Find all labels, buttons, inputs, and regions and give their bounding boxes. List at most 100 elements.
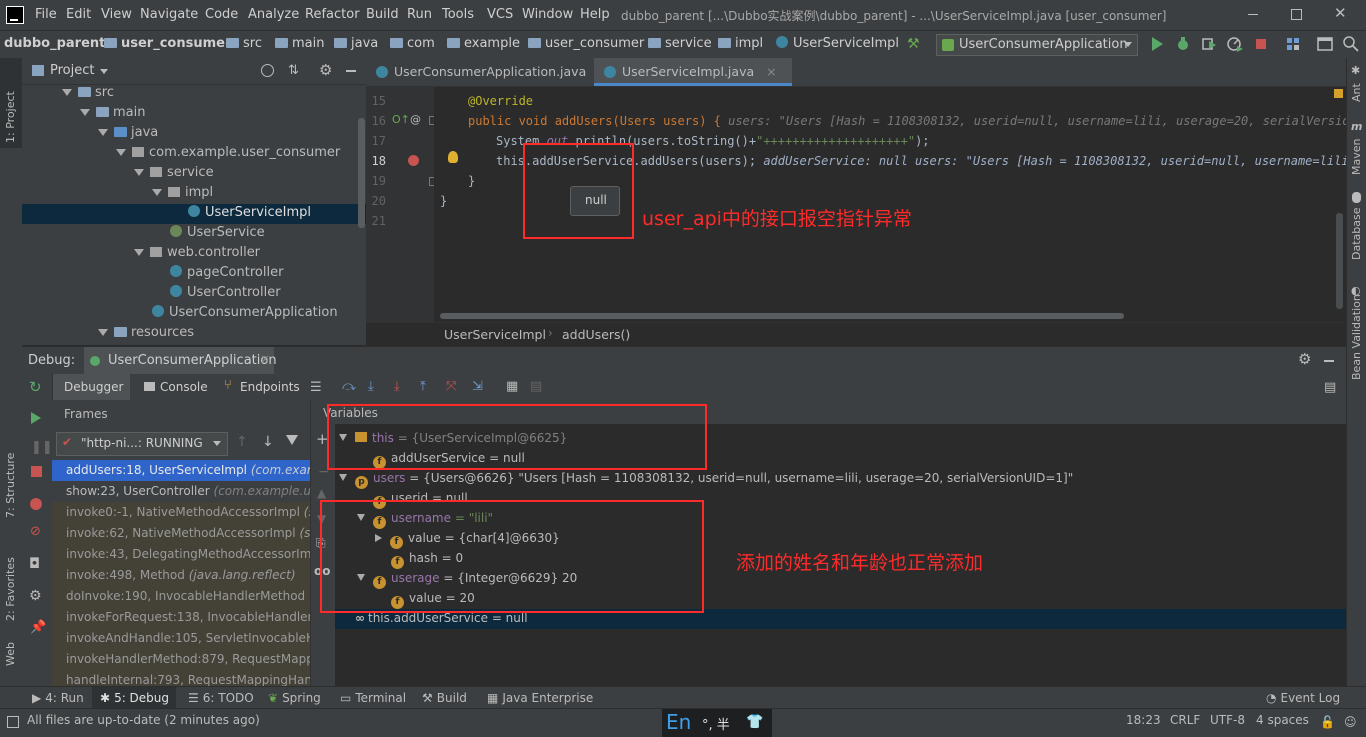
frame-row[interactable]: addUsers:18, UserServiceImpl (com.exam	[66, 463, 310, 477]
camera-icon[interactable]: ◘	[29, 556, 40, 572]
step-into-icon[interactable]: ⤓	[394, 379, 400, 394]
tree-item-web-controller[interactable]: web.controller	[134, 245, 260, 260]
tree-item-pagecontroller[interactable]: pageController	[170, 265, 283, 280]
filter-icon[interactable]	[286, 435, 298, 445]
toolwin-terminal[interactable]: ▭ Terminal	[340, 691, 406, 705]
tree-item-service[interactable]: service	[134, 165, 214, 180]
mute-breakpoints-icon[interactable]: ⊘	[30, 524, 41, 539]
breadcrumb-dubbo-parent[interactable]: dubbo_parent	[4, 36, 105, 51]
menu-edit[interactable]: Edit	[66, 7, 91, 22]
pin-icon[interactable]: 📌	[30, 620, 46, 635]
watch-adduserservice[interactable]: ∞ this.addUserService = null	[355, 611, 528, 625]
run-config-dropdown[interactable]: UserConsumerApplication	[936, 34, 1138, 56]
hide-panel-icon[interactable]	[346, 70, 356, 72]
coverage-icon[interactable]	[1200, 35, 1218, 53]
frame-row[interactable]: invoke0:-1, NativeMethodAccessorImpl (s	[66, 505, 310, 519]
frame-row[interactable]: invokeForRequest:138, InvocableHandlerM	[66, 610, 310, 624]
gear-icon[interactable]: ⚙	[319, 61, 332, 79]
project-structure-icon[interactable]	[1284, 35, 1302, 53]
tool-tab-project[interactable]: 1: Project	[4, 91, 17, 143]
menu-window[interactable]: Window	[522, 7, 573, 22]
drop-frame-icon[interactable]: ⤧	[446, 379, 456, 394]
status-icon[interactable]	[7, 716, 19, 728]
profile-icon[interactable]	[1226, 35, 1244, 53]
toolwin-java-enterprise[interactable]: ▦ Java Enterprise	[487, 691, 593, 705]
up-icon[interactable]: ▲	[317, 486, 326, 500]
override-marker-icon[interactable]: O↑	[392, 113, 410, 126]
toolwin-build[interactable]: ⚒ Build	[422, 691, 467, 705]
debug-session-tab[interactable]: UserConsumerApplication ×	[84, 347, 277, 375]
tool-tab-web[interactable]: Web	[4, 642, 17, 666]
close-tab-icon[interactable]: ×	[766, 64, 776, 79]
menu-analyze[interactable]: Analyze	[248, 7, 299, 22]
toolwin-spring[interactable]: ❦ Spring	[268, 691, 321, 705]
tool-tab-ant[interactable]: Ant	[1350, 83, 1363, 102]
tree-item-userconsumerapplication[interactable]: UserConsumerApplication	[152, 305, 338, 320]
down-arrow-icon[interactable]: ↓	[262, 434, 274, 450]
warning-marker-icon[interactable]	[1334, 89, 1343, 98]
debug-icon[interactable]	[1174, 35, 1192, 53]
evaluate-icon[interactable]: ▦	[506, 379, 518, 394]
frame-row[interactable]: handleInternal:793, RequestMappingHand	[66, 673, 310, 686]
tree-item-impl[interactable]: impl	[152, 185, 213, 200]
build-hammer-icon[interactable]: ⚒	[907, 36, 920, 52]
step-out-icon[interactable]: ⤒	[420, 379, 426, 394]
toolwin-event-log[interactable]: ◔ Event Log	[1266, 691, 1340, 705]
editor-hscroll[interactable]	[440, 313, 1124, 319]
frame-row[interactable]: invokeAndHandle:105, ServletInvocableHa	[66, 631, 310, 645]
tab-userconsumerapplication[interactable]: UserConsumerApplication.java ×	[366, 58, 608, 107]
lock-icon[interactable]: 🔓	[1320, 715, 1335, 729]
settings-icon[interactable]: ⚙	[29, 588, 42, 604]
frame-row[interactable]: doInvoke:190, InvocableHandlerMethod	[66, 589, 305, 603]
frame-row[interactable]: invoke:62, NativeMethodAccessorImpl (s	[66, 526, 310, 540]
tree-item-src[interactable]: src	[62, 85, 114, 100]
tab-endpoints[interactable]: ⑂ Endpoints	[222, 374, 308, 400]
stop-icon[interactable]	[1252, 35, 1270, 53]
project-scrollbar[interactable]	[358, 118, 365, 228]
tab-console[interactable]: Console	[138, 374, 218, 400]
frame-row[interactable]: invokeHandlerMethod:879, RequestMapp	[66, 652, 310, 666]
run-icon[interactable]	[1148, 35, 1166, 53]
menu-file[interactable]: File	[35, 7, 57, 22]
search-icon[interactable]	[1342, 35, 1360, 53]
step-over-icon[interactable]: ⤓	[368, 379, 374, 394]
layout-icon[interactable]	[1316, 35, 1334, 53]
menu-code[interactable]: Code	[205, 7, 238, 22]
editor-vscroll[interactable]	[1336, 213, 1343, 309]
menu-tools[interactable]: Tools	[442, 7, 474, 22]
menu-refactor[interactable]: Refactor	[305, 7, 360, 22]
breadcrumb-user-consumer[interactable]: user_consumer	[104, 36, 231, 51]
var-users[interactable]: p users = {Users@6626} "Users [Hash = 110…	[339, 471, 1073, 489]
breadcrumb-userserviceimpl[interactable]: UserServiceImpl	[776, 36, 899, 51]
run-to-cursor-icon[interactable]: ⇲	[472, 379, 483, 394]
restore-icon[interactable]	[1291, 9, 1302, 20]
tree-item-resources[interactable]: resources	[98, 325, 194, 340]
breadcrumb-java[interactable]: java	[334, 36, 378, 51]
toolwin-debug[interactable]: ✱ 5: Debug	[100, 691, 169, 705]
tree-item-com-example[interactable]: com.example.user_consumer	[116, 145, 340, 160]
collapse-all-icon[interactable]: ⇅	[288, 63, 299, 78]
layout-icon[interactable]: ▤	[1324, 380, 1336, 395]
target-icon[interactable]	[261, 64, 274, 77]
chevron-down-icon[interactable]	[100, 69, 108, 74]
menu-icon[interactable]: ☰	[310, 380, 322, 395]
trail-class[interactable]: UserServiceImpl	[444, 327, 546, 342]
breadcrumb-example[interactable]: example	[447, 36, 520, 51]
caret-position[interactable]: 18:23	[1126, 713, 1161, 727]
breadcrumb-src[interactable]: src	[226, 36, 262, 51]
project-view-label[interactable]: Project	[50, 63, 94, 78]
resume-icon[interactable]	[31, 412, 41, 424]
thread-selector[interactable]: ✔ "http-ni...: RUNNING	[56, 432, 228, 456]
tool-tab-maven[interactable]: Maven	[1350, 139, 1363, 175]
close-tab-icon[interactable]: ×	[260, 352, 270, 366]
tree-item-userserviceimpl[interactable]: UserServiceImpl	[188, 205, 311, 220]
lightbulb-icon[interactable]	[448, 151, 458, 163]
menu-navigate[interactable]: Navigate	[140, 7, 198, 22]
tree-item-userservice[interactable]: UserService	[170, 225, 265, 240]
frame-row[interactable]: invoke:43, DelegatingMethodAccessorImp	[66, 547, 310, 561]
tool-tab-structure[interactable]: 7: Structure	[4, 453, 17, 518]
toolwin-run[interactable]: ▶ 4: Run	[32, 691, 84, 705]
tree-item-main[interactable]: main	[80, 105, 145, 120]
file-encoding[interactable]: UTF-8	[1210, 713, 1245, 727]
frame-row[interactable]: show:23, UserController (com.example.us	[66, 484, 310, 498]
